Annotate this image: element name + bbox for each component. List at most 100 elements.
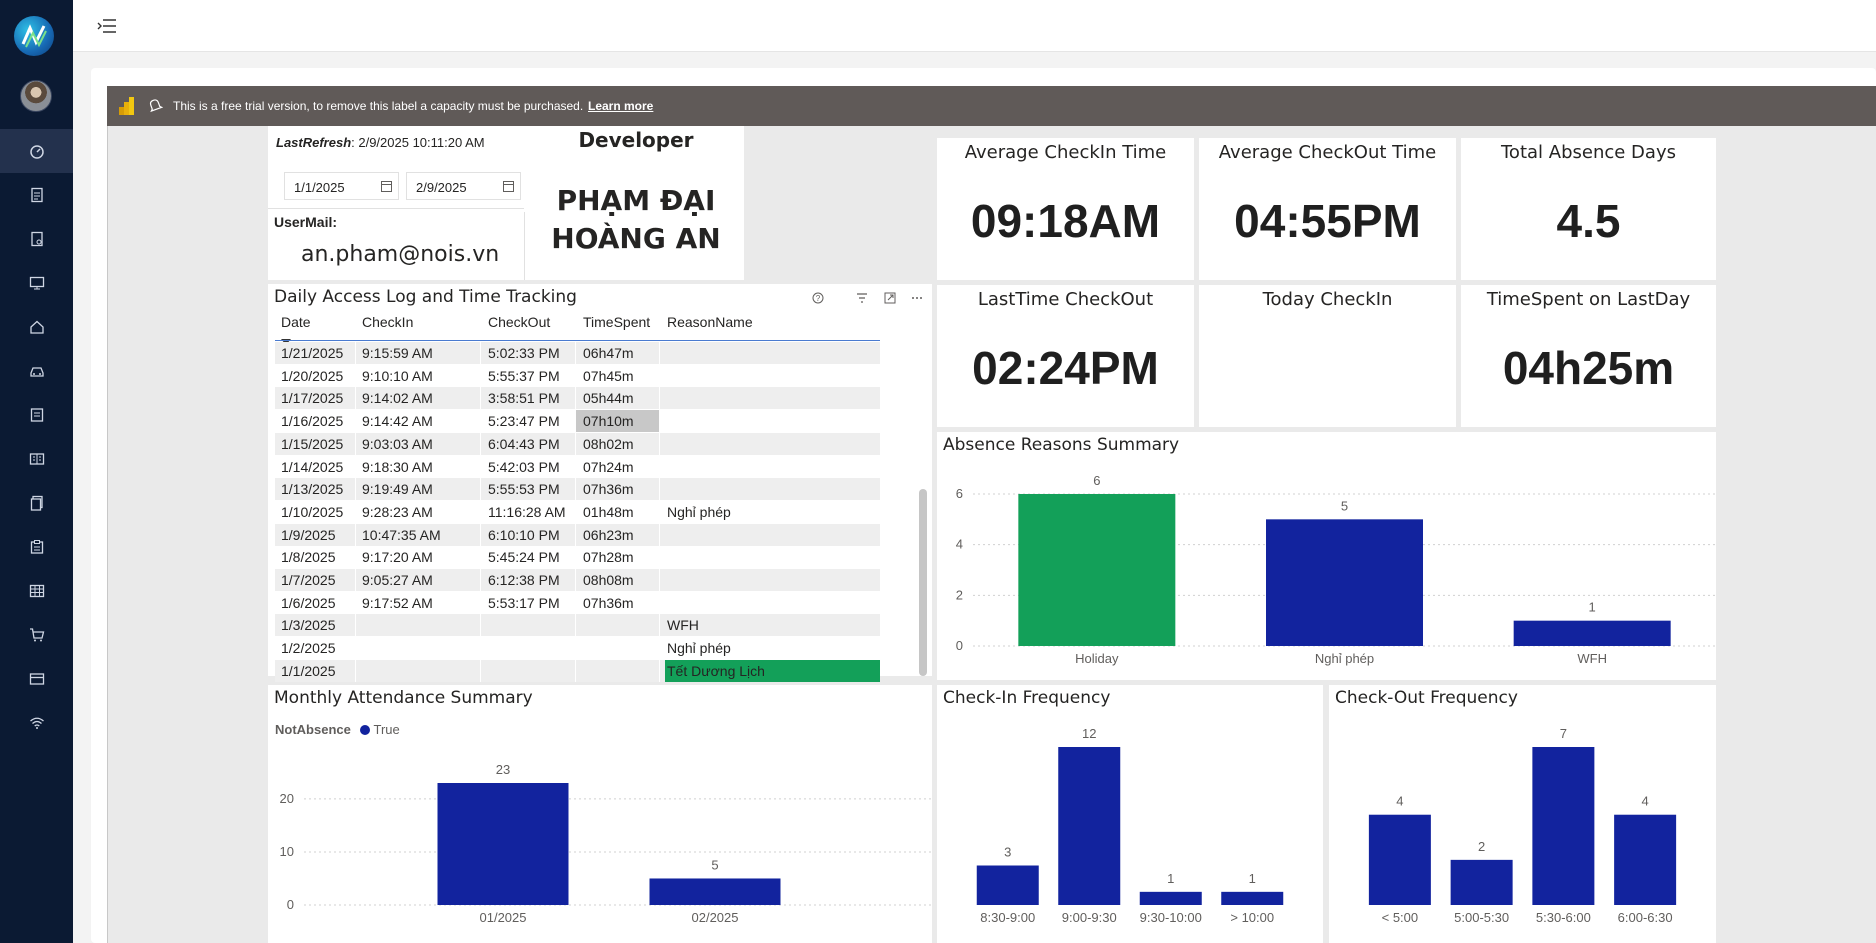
nav-monitor-icon[interactable] (0, 261, 73, 305)
cell-separator (659, 637, 660, 660)
cell-separator (355, 659, 356, 682)
cell-checkin: 9:19:49 AM (362, 481, 433, 498)
cell-checkout: 5:55:53 PM (488, 481, 560, 498)
table-row[interactable]: 1/6/2025 9:17:52 AM 5:53:17 PM 07h36m (275, 591, 880, 614)
table-row[interactable]: 1/1/2025 Tết Dương Lịch (275, 659, 880, 682)
category-label: 5:00-5:30 (1454, 910, 1509, 925)
category-label: Nghỉ phép (1315, 651, 1374, 666)
more-options-icon[interactable] (911, 292, 923, 307)
date-from-input[interactable]: 1/1/2025 (284, 172, 399, 200)
bar[interactable] (976, 865, 1039, 906)
cell-reason: Tết Dương Lịch (667, 662, 765, 679)
cell-date: 1/6/2025 (281, 594, 336, 611)
daily-log-table: Daily Access Log and Time Tracking ? Dat… (268, 284, 932, 682)
cell-separator (659, 546, 660, 569)
nav-report-icon[interactable] (0, 173, 73, 217)
filter-icon[interactable] (856, 292, 868, 307)
nav-documents-icon[interactable] (0, 481, 73, 525)
table-row[interactable]: 1/16/2025 9:14:42 AM 5:23:47 PM 07h10m (275, 410, 880, 433)
table-row[interactable]: 1/15/2025 9:03:03 AM 6:04:43 PM 08h02m (275, 432, 880, 455)
bar[interactable] (1221, 891, 1284, 905)
nav-card-icon[interactable] (0, 657, 73, 701)
company-logo[interactable] (14, 16, 54, 56)
nav-table-icon[interactable] (0, 569, 73, 613)
table-scrollbar[interactable] (919, 489, 927, 676)
cell-checkout: 5:45:24 PM (488, 549, 560, 566)
nav-book-icon[interactable] (0, 437, 73, 481)
table-row[interactable]: 1/13/2025 9:19:49 AM 5:55:53 PM 07h36m (275, 478, 880, 501)
nav-user-report-icon[interactable] (0, 217, 73, 261)
cell-separator (575, 410, 576, 433)
table-row[interactable]: 1/3/2025 WFH (275, 614, 880, 637)
category-label: > 10:00 (1230, 910, 1274, 925)
cell-separator (480, 364, 481, 387)
cell-separator (659, 523, 660, 546)
calendar-icon[interactable] (503, 181, 514, 192)
nav-clipboard-icon[interactable] (0, 525, 73, 569)
y-tick-label: 10 (280, 844, 294, 859)
cell-timespent: 07h36m (583, 594, 634, 611)
checkin-chart-svg: 3 8:30-9:00 12 9:00-9:30 1 9:30-10:00 1 > 10:00 (976, 726, 1284, 925)
column-header-checkout[interactable]: CheckOut (488, 314, 550, 330)
y-tick-label: 4 (956, 537, 963, 552)
bar[interactable] (1058, 747, 1121, 905)
cell-date: 1/3/2025 (281, 617, 336, 634)
cell-timespent: 08h02m (583, 435, 634, 452)
table-row[interactable]: 1/9/2025 10:47:35 AM 6:10:10 PM 06h23m (275, 523, 880, 546)
nav-home-icon[interactable] (0, 305, 73, 349)
cell-separator (575, 523, 576, 546)
cell-timespent: 07h28m (583, 549, 634, 566)
bar[interactable] (1018, 494, 1176, 646)
focus-mode-icon[interactable] (884, 292, 896, 307)
kpi-title: Average CheckOut Time (1218, 142, 1437, 163)
category-label: 5:30-6:00 (1536, 910, 1591, 925)
nav-cart-icon[interactable] (0, 613, 73, 657)
bar[interactable] (1139, 891, 1202, 905)
cell-date: 1/7/2025 (281, 572, 336, 588)
data-label: 1 (1589, 600, 1596, 615)
bar[interactable] (1266, 519, 1423, 646)
column-header-date[interactable]: Date (281, 314, 311, 330)
column-header-checkin[interactable]: CheckIn (362, 314, 413, 330)
table-row[interactable]: 1/2/2025 Nghỉ phép (275, 637, 880, 660)
table-row[interactable]: 1/8/2025 9:17:20 AM 5:45:24 PM 07h28m (275, 546, 880, 569)
bar[interactable] (649, 878, 781, 905)
help-icon[interactable]: ? (812, 292, 824, 307)
cell-checkout: 5:23:47 PM (488, 413, 560, 430)
bar[interactable] (1368, 814, 1431, 905)
table-row[interactable]: 1/7/2025 9:05:27 AM 6:12:38 PM 08h08m (275, 569, 880, 591)
menu-toggle-icon[interactable] (97, 17, 117, 35)
table-row[interactable]: 1/20/2025 9:10:10 AM 5:55:37 PM 07h45m (275, 364, 880, 387)
column-header-timespent[interactable]: TimeSpent (583, 314, 650, 330)
table-row[interactable]: 1/17/2025 9:14:02 AM 3:58:51 PM 05h44m (275, 387, 880, 410)
bar[interactable] (1532, 747, 1595, 905)
cell-timespent: 07h10m (583, 413, 634, 430)
cell-separator (575, 659, 576, 682)
cell-checkin: 10:47:35 AM (362, 526, 441, 543)
nav-wifi-icon[interactable] (0, 701, 73, 745)
cell-separator (480, 569, 481, 591)
bar[interactable] (1513, 620, 1671, 646)
cell-separator (575, 637, 576, 660)
trial-banner: This is a free trial version, to remove … (107, 86, 1876, 126)
cell-separator (480, 500, 481, 523)
cell-checkin: 9:14:42 AM (362, 413, 433, 430)
nav-car-icon[interactable] (0, 349, 73, 393)
bar[interactable] (1614, 814, 1677, 905)
user-avatar[interactable] (20, 80, 52, 112)
learn-more-link[interactable]: Learn more (588, 99, 653, 113)
table-row[interactable]: 1/10/2025 9:28:23 AM 11:16:28 AM 01h48m Nghỉ… (275, 500, 880, 523)
bar[interactable] (437, 783, 569, 905)
bar[interactable] (1450, 859, 1513, 905)
table-row[interactable]: 1/14/2025 9:18:30 AM 5:42:03 PM 07h24m (275, 455, 880, 478)
kpi-total-absence: Total Absence Days 4.5 (1461, 138, 1716, 280)
column-header-reason[interactable]: ReasonName (667, 314, 753, 330)
calendar-icon[interactable] (381, 181, 392, 192)
nav-list-icon[interactable] (0, 393, 73, 437)
last-refresh-label: LastRefresh (276, 135, 352, 150)
nav-dashboard-icon[interactable] (0, 129, 73, 173)
table-row[interactable]: 1/21/2025 9:15:59 AM 5:02:33 PM 06h47m (275, 342, 880, 364)
date-to-input[interactable]: 2/9/2025 (406, 172, 521, 200)
cell-date: 1/21/2025 (281, 345, 344, 361)
data-label: 4 (1396, 794, 1403, 809)
